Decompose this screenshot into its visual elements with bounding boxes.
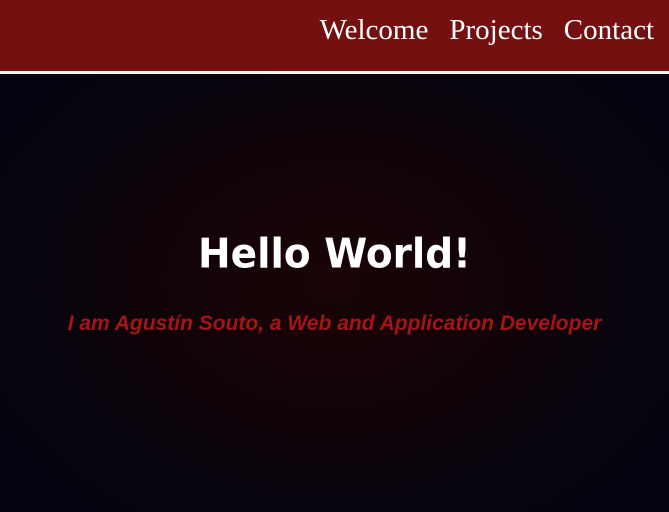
nav-link-contact[interactable]: Contact (564, 12, 654, 48)
nav-link-projects[interactable]: Projects (449, 12, 542, 48)
nav-menu: Welcome Projects Contact (320, 12, 654, 48)
hero-section: Hello World! I am Agustín Souto, a Web a… (0, 74, 669, 512)
hero-title: Hello World! (198, 230, 471, 279)
top-navbar: Welcome Projects Contact (0, 0, 669, 74)
hero-subtitle: I am Agustín Souto, a Web and Applicatio… (67, 312, 602, 335)
nav-link-welcome[interactable]: Welcome (320, 12, 429, 48)
